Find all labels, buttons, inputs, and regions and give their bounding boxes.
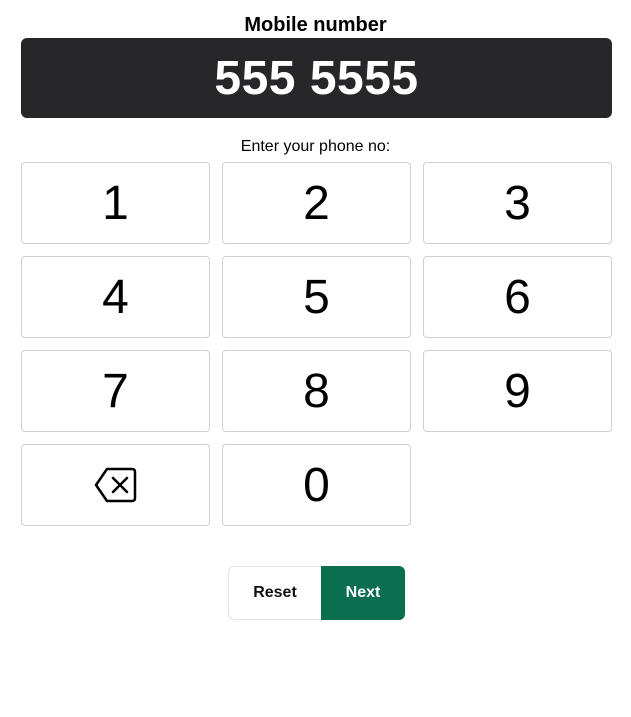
- backspace-button[interactable]: [21, 444, 210, 526]
- key-3[interactable]: 3: [423, 162, 612, 244]
- page-title: Mobile number: [244, 14, 387, 36]
- key-7[interactable]: 7: [21, 350, 210, 432]
- key-0[interactable]: 0: [222, 444, 411, 526]
- key-4[interactable]: 4: [21, 256, 210, 338]
- next-button[interactable]: Next: [321, 566, 405, 620]
- key-2[interactable]: 2: [222, 162, 411, 244]
- key-5[interactable]: 5: [222, 256, 411, 338]
- input-prompt: Enter your phone no:: [240, 138, 391, 155]
- reset-button[interactable]: Reset: [228, 566, 321, 620]
- phone-number-value: 555 5555: [214, 51, 419, 105]
- action-buttons: Reset Next: [228, 566, 405, 620]
- key-9[interactable]: 9: [423, 350, 612, 432]
- phone-number-display: 555 5555: [21, 38, 612, 118]
- key-8[interactable]: 8: [222, 350, 411, 432]
- numeric-keypad: 1 2 3 4 5 6 7 8 9 0: [21, 162, 612, 526]
- backspace-icon: [94, 467, 136, 503]
- key-1[interactable]: 1: [21, 162, 210, 244]
- key-6[interactable]: 6: [423, 256, 612, 338]
